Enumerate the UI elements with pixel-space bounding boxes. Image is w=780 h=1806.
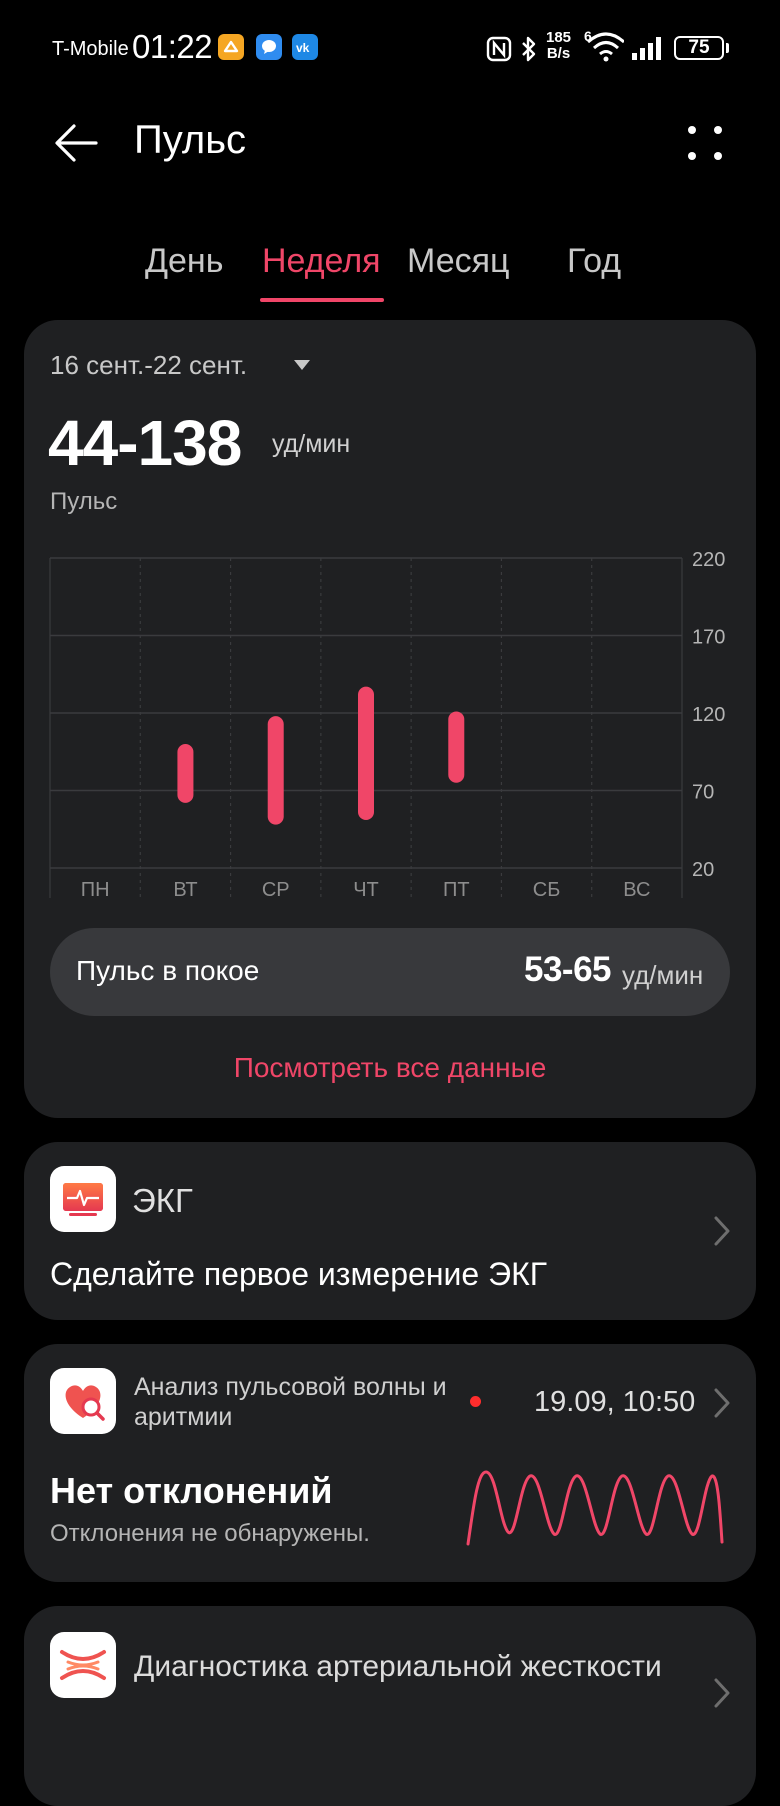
carrier-name: T-Mobile (52, 38, 129, 60)
x-tick-label: ЧТ (353, 879, 379, 901)
range-bar-ВТ (177, 744, 194, 803)
pulse-range-unit: уд/мин (272, 430, 351, 458)
x-tick-label: ПТ (443, 879, 470, 901)
chevron-right-icon[interactable] (712, 1214, 732, 1248)
x-tick-label: СР (262, 879, 290, 901)
pulse-range-label: Пульс (50, 488, 118, 515)
y-tick-label: 120 (692, 704, 725, 726)
dropdown-caret-icon[interactable] (294, 360, 310, 370)
resting-pulse-label: Пульс в покое (76, 955, 260, 986)
battery-indicator: 75 (674, 36, 724, 60)
ecg-card[interactable] (24, 1142, 756, 1320)
y-tick-label: 20 (692, 859, 714, 881)
active-tab-indicator (260, 298, 384, 302)
tab-day[interactable]: День (145, 242, 223, 281)
wifi-icon: 6 (584, 28, 625, 67)
arterial-stiffness-title: Диагностика артериальной жесткости (134, 1650, 662, 1683)
messenger-icon (256, 34, 282, 60)
chevron-right-icon[interactable] (712, 1676, 732, 1710)
y-tick-label: 170 (692, 627, 725, 649)
y-tick-label: 70 (692, 782, 714, 804)
range-bar-ЧТ (358, 686, 374, 820)
svg-text:vk: vk (296, 41, 310, 55)
vk-icon: vk (292, 34, 318, 60)
new-indicator-dot (470, 1396, 481, 1407)
status-time: 01:22 (132, 28, 213, 65)
pulse-wave-datetime: 19.09, 10:50 (534, 1386, 696, 1418)
more-options-icon[interactable] (680, 122, 730, 172)
nfc-icon (486, 36, 512, 67)
ecg-title: ЭКГ (132, 1182, 193, 1219)
battery-tip (726, 43, 729, 53)
range-bar-СР (267, 716, 284, 825)
view-all-data-link[interactable]: Посмотреть все данные (0, 1052, 780, 1084)
pulse-wave-status: Нет отклонений (50, 1470, 333, 1511)
bluetooth-icon (518, 34, 540, 69)
status-bar: T-Mobile 01:22 vk 185 B/s 6 75 (0, 0, 780, 100)
back-arrow-icon[interactable] (52, 118, 100, 168)
pulse-range-value: 44-138 (48, 407, 242, 479)
tab-week[interactable]: Неделя (262, 242, 381, 281)
resting-pulse-value: 53-65 (524, 950, 612, 989)
tab-month[interactable]: Месяц (407, 242, 510, 281)
x-tick-label: ВТ (173, 879, 197, 901)
resting-pulse-unit: уд/мин (622, 960, 704, 990)
range-bar-ПТ (448, 711, 465, 783)
page-title: Пульс (134, 118, 247, 162)
x-tick-label: ВС (623, 879, 650, 901)
pulse-wave-app-icon (50, 1368, 116, 1434)
notification-app-icon (218, 34, 244, 60)
tab-year[interactable]: Год (567, 242, 621, 281)
x-tick-label: ПН (81, 879, 110, 901)
ecg-app-icon (50, 1166, 116, 1232)
ecg-message: Сделайте первое измерение ЭКГ (50, 1256, 548, 1292)
weekly-pulse-chart: 220 170 120 70 20 ПН ВТ СР ЧТ ПТ СБ ВС (49, 549, 725, 901)
pulse-wave-title: Анализ пульсовой волны и аритмии (134, 1373, 447, 1431)
date-range-selector[interactable]: 16 сент.-22 сент. (50, 350, 247, 381)
chevron-right-icon[interactable] (712, 1386, 732, 1420)
signal-icon (632, 36, 666, 65)
pulse-wave-subtitle: Отклонения не обнаружены. (50, 1520, 370, 1547)
arterial-stiffness-card[interactable] (24, 1606, 756, 1806)
y-tick-label: 220 (692, 549, 725, 571)
arterial-stiffness-app-icon (50, 1632, 116, 1698)
x-tick-label: СБ (533, 879, 561, 901)
pulse-waveform-graphic (462, 1462, 726, 1553)
network-speed: 185 B/s (546, 29, 572, 62)
